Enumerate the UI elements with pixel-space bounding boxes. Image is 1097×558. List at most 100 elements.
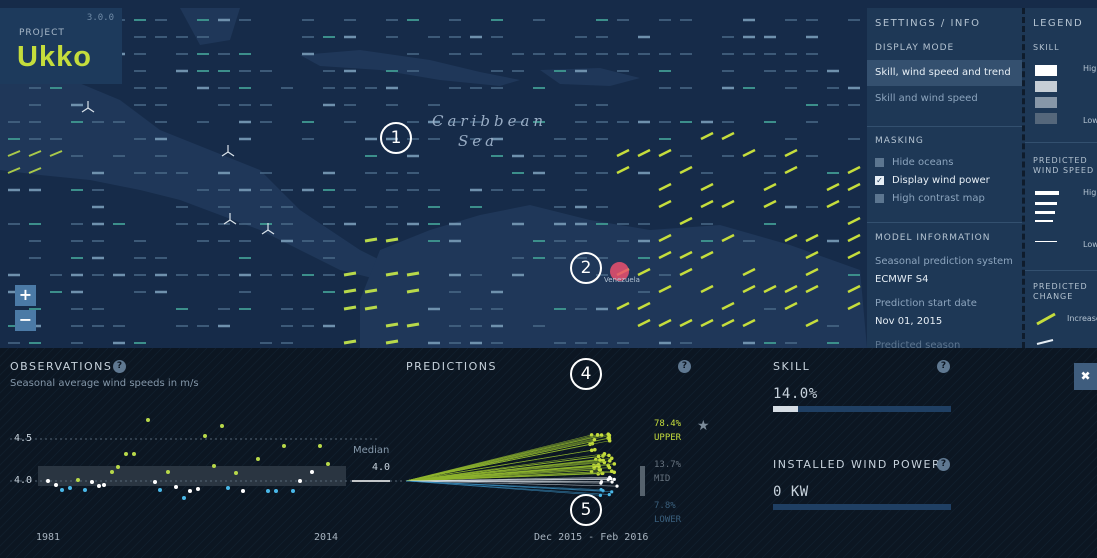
ensemble-point: [594, 464, 599, 468]
observations-median-band: [38, 466, 346, 486]
hatch-line: [878, 348, 1090, 558]
wind-power-help-icon[interactable]: ?: [937, 458, 950, 471]
observation-point: [226, 486, 230, 490]
ensemble-point: [610, 490, 614, 494]
callout-4: 4: [570, 358, 602, 390]
legend-title: LEGEND: [1033, 18, 1084, 29]
wind-glyph: [679, 216, 693, 226]
observations-subtitle: Seasonal average wind speeds in m/s: [10, 378, 199, 389]
callout-5: 5: [570, 494, 602, 526]
wind-glyph: [385, 339, 399, 345]
wind-glyph: [385, 237, 399, 243]
speed-line-2: [1035, 202, 1057, 205]
hatch-line: [599, 348, 811, 558]
high-contrast-checkbox[interactable]: [875, 193, 884, 203]
high-contrast-option[interactable]: High contrast map: [875, 193, 985, 204]
skill-swatch-1: [1035, 65, 1057, 76]
zoom-out-button[interactable]: −: [15, 310, 36, 331]
speed-line-5: [1035, 241, 1057, 242]
wind-glyph: [343, 339, 357, 345]
land-central-america: [0, 70, 390, 280]
high-contrast-label: High contrast map: [892, 193, 985, 204]
model-info-heading: MODEL INFORMATION: [875, 233, 991, 243]
settings-panel: SETTINGS / INFO DISPLAY MODE Skill, wind…: [867, 8, 1022, 348]
skill-title: SKILL: [773, 360, 811, 373]
predictions-help-icon[interactable]: ?: [678, 360, 691, 373]
skill-help-icon[interactable]: ?: [937, 360, 950, 373]
observations-help-icon[interactable]: ?: [113, 360, 126, 373]
system-value: ECMWF S4: [875, 274, 929, 285]
hatch-line: [284, 348, 496, 558]
observation-point: [83, 488, 87, 492]
sea-label: Caribbean: [432, 112, 548, 130]
hide-oceans-option[interactable]: Hide oceans: [875, 157, 953, 168]
hatch-line: [698, 348, 910, 558]
observation-point: [196, 487, 200, 491]
observation-point: [124, 452, 128, 456]
ensemble-point: [607, 465, 612, 470]
wind-glyph: [847, 182, 861, 192]
predictions-title: PREDICTIONS: [406, 360, 497, 373]
hatch-line: [527, 348, 739, 558]
hatch-line: [626, 348, 838, 558]
callout-2: 2: [570, 252, 602, 284]
wind-glyph: [406, 322, 420, 328]
display-mode-option-speed[interactable]: Skill and wind speed: [875, 93, 978, 104]
lower-label: LOWER: [654, 515, 682, 525]
system-label: Seasonal prediction system: [875, 256, 1013, 267]
upper-label: UPPER: [654, 433, 682, 443]
hatch-line: [914, 375, 1097, 558]
display-mode-option-trend[interactable]: Skill, wind speed and trend: [867, 60, 1022, 86]
observation-point: [182, 496, 186, 500]
app-name: Ukko: [17, 41, 92, 73]
wind-glyph: [784, 165, 798, 175]
app-logo: 3.0.0 PROJECT Ukko: [0, 8, 122, 84]
wind-glyph: [385, 271, 399, 277]
wind-glyph: [742, 148, 756, 158]
observation-point: [116, 465, 120, 469]
observation-point: [76, 478, 80, 482]
y-tick-4.5: 4.5: [14, 433, 33, 444]
hatch-line: [293, 348, 505, 558]
skill-low-label: Low: [1083, 116, 1097, 125]
wind-glyph: [385, 322, 399, 328]
wind-glyph: [805, 233, 819, 243]
star-icon[interactable]: ★: [697, 418, 710, 434]
hide-oceans-checkbox[interactable]: [875, 157, 884, 167]
speed-low-label: Low: [1083, 240, 1097, 249]
ensemble-point: [596, 454, 601, 459]
speed-heading-1: PREDICTED: [1033, 156, 1088, 165]
wind-glyph: [847, 165, 861, 175]
skill-bar-fill: [773, 406, 798, 412]
wind-glyph: [637, 148, 651, 158]
observation-point: [274, 489, 278, 493]
hatch-line: [743, 348, 955, 558]
display-wind-power-option[interactable]: ✓ Display wind power: [875, 175, 990, 186]
skill-bar: [773, 406, 951, 412]
sea-label-2: Sea: [458, 132, 499, 150]
wind-glyph: [343, 288, 357, 294]
turbine-icon: [221, 151, 229, 157]
wind-glyph: [406, 288, 420, 294]
close-button[interactable]: ✖: [1074, 363, 1097, 390]
hatch-line: [671, 348, 883, 558]
wind-glyph: [343, 305, 357, 311]
hatch-line: [230, 348, 442, 558]
observation-point: [166, 470, 170, 474]
land-cuba: [300, 50, 520, 86]
wind-glyph: [721, 131, 735, 141]
ensemble-point: [609, 469, 614, 473]
hatch-line: [770, 348, 982, 558]
location-label: Venezuela: [604, 276, 640, 284]
wind-glyph: [658, 148, 672, 158]
zoom-in-button[interactable]: +: [15, 285, 36, 306]
hatch-line: [311, 348, 523, 558]
wind-glyph: [658, 199, 672, 209]
start-date-value: Nov 01, 2015: [875, 316, 943, 327]
ensemble-point: [589, 448, 594, 453]
display-wind-power-checkbox[interactable]: ✓: [875, 175, 884, 185]
year-end-label: 2014: [314, 532, 339, 543]
wind-glyph: [826, 199, 840, 209]
hatch-line: [644, 348, 856, 558]
ensemble-point: [615, 484, 619, 488]
